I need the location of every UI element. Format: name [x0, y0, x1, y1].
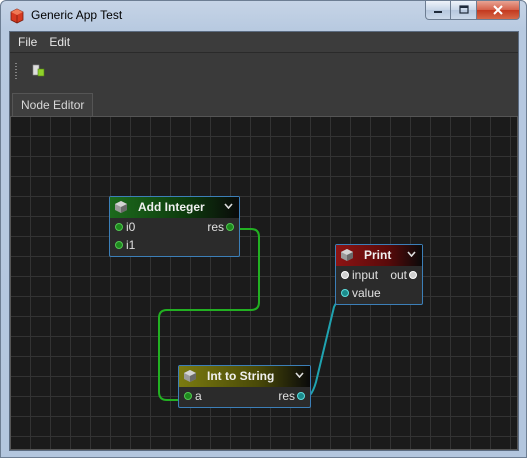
- node-add-integer[interactable]: Add Integer i0 res i1: [109, 196, 240, 257]
- toolbar-grip-icon[interactable]: [14, 62, 18, 80]
- node-header[interactable]: Add Integer: [110, 197, 239, 218]
- chevron-down-icon[interactable]: [407, 251, 416, 257]
- title-bar[interactable]: Generic App Test: [1, 1, 526, 31]
- node-editor-canvas[interactable]: Add Integer i0 res i1 Print input out va…: [10, 116, 518, 450]
- maximize-icon: [458, 5, 469, 14]
- node-header[interactable]: Int to String: [179, 366, 310, 387]
- node-add-icon[interactable]: [32, 64, 46, 78]
- tab-bar: Node Editor: [10, 90, 518, 116]
- close-icon: [493, 5, 503, 15]
- output-port-res[interactable]: [297, 392, 305, 400]
- menu-file[interactable]: File: [12, 35, 43, 49]
- input-port-value[interactable]: [341, 289, 349, 297]
- port-label-a: a: [195, 389, 202, 403]
- node-title: Add Integer: [138, 200, 205, 214]
- port-label-i1: i1: [126, 238, 136, 252]
- input-port-a[interactable]: [184, 392, 192, 400]
- port-label-i0: i0: [126, 220, 136, 234]
- port-label-res: res: [278, 389, 295, 403]
- chevron-down-icon[interactable]: [295, 372, 304, 378]
- tab-node-editor[interactable]: Node Editor: [12, 93, 94, 116]
- menu-edit[interactable]: Edit: [43, 35, 76, 49]
- cube-icon: [115, 201, 127, 213]
- node-header[interactable]: Print: [336, 245, 422, 266]
- chevron-down-icon[interactable]: [224, 203, 233, 209]
- output-port-out[interactable]: [409, 271, 417, 279]
- node-int-to-string[interactable]: Int to String a res: [178, 365, 311, 408]
- cube-icon: [184, 370, 196, 382]
- port-label-input: input: [352, 268, 379, 282]
- input-port-i1[interactable]: [115, 241, 123, 249]
- node-title: Int to String: [207, 369, 275, 383]
- window-controls: [425, 1, 520, 21]
- input-port-input[interactable]: [341, 271, 349, 279]
- cube-icon: [341, 249, 353, 261]
- port-label-value: value: [352, 286, 381, 300]
- input-port-i0[interactable]: [115, 223, 123, 231]
- minimize-button[interactable]: [425, 1, 451, 20]
- port-row-a: a res: [179, 387, 310, 405]
- port-label-res: res: [207, 220, 224, 234]
- menu-bar: File Edit: [10, 32, 518, 52]
- minimize-icon: [434, 11, 442, 13]
- port-label-out: out: [390, 268, 407, 282]
- toolbar: [10, 53, 518, 89]
- maximize-button[interactable]: [451, 1, 477, 20]
- node-title: Print: [364, 248, 392, 262]
- port-row-i1: i1: [110, 236, 239, 254]
- node-print[interactable]: Print input out value: [335, 244, 423, 305]
- port-row-i0: i0 res: [110, 218, 239, 236]
- port-row-value: value: [336, 284, 422, 302]
- port-row-input: input out: [336, 266, 422, 284]
- window-title: Generic App Test: [31, 8, 123, 22]
- client-area: File Edit Node Editor Add Integer i0 res…: [9, 31, 519, 451]
- output-port-res[interactable]: [226, 223, 234, 231]
- close-button[interactable]: [477, 1, 520, 20]
- app-window: Generic App Test File Edit Node Editor A…: [0, 0, 527, 458]
- app-icon: [10, 8, 24, 24]
